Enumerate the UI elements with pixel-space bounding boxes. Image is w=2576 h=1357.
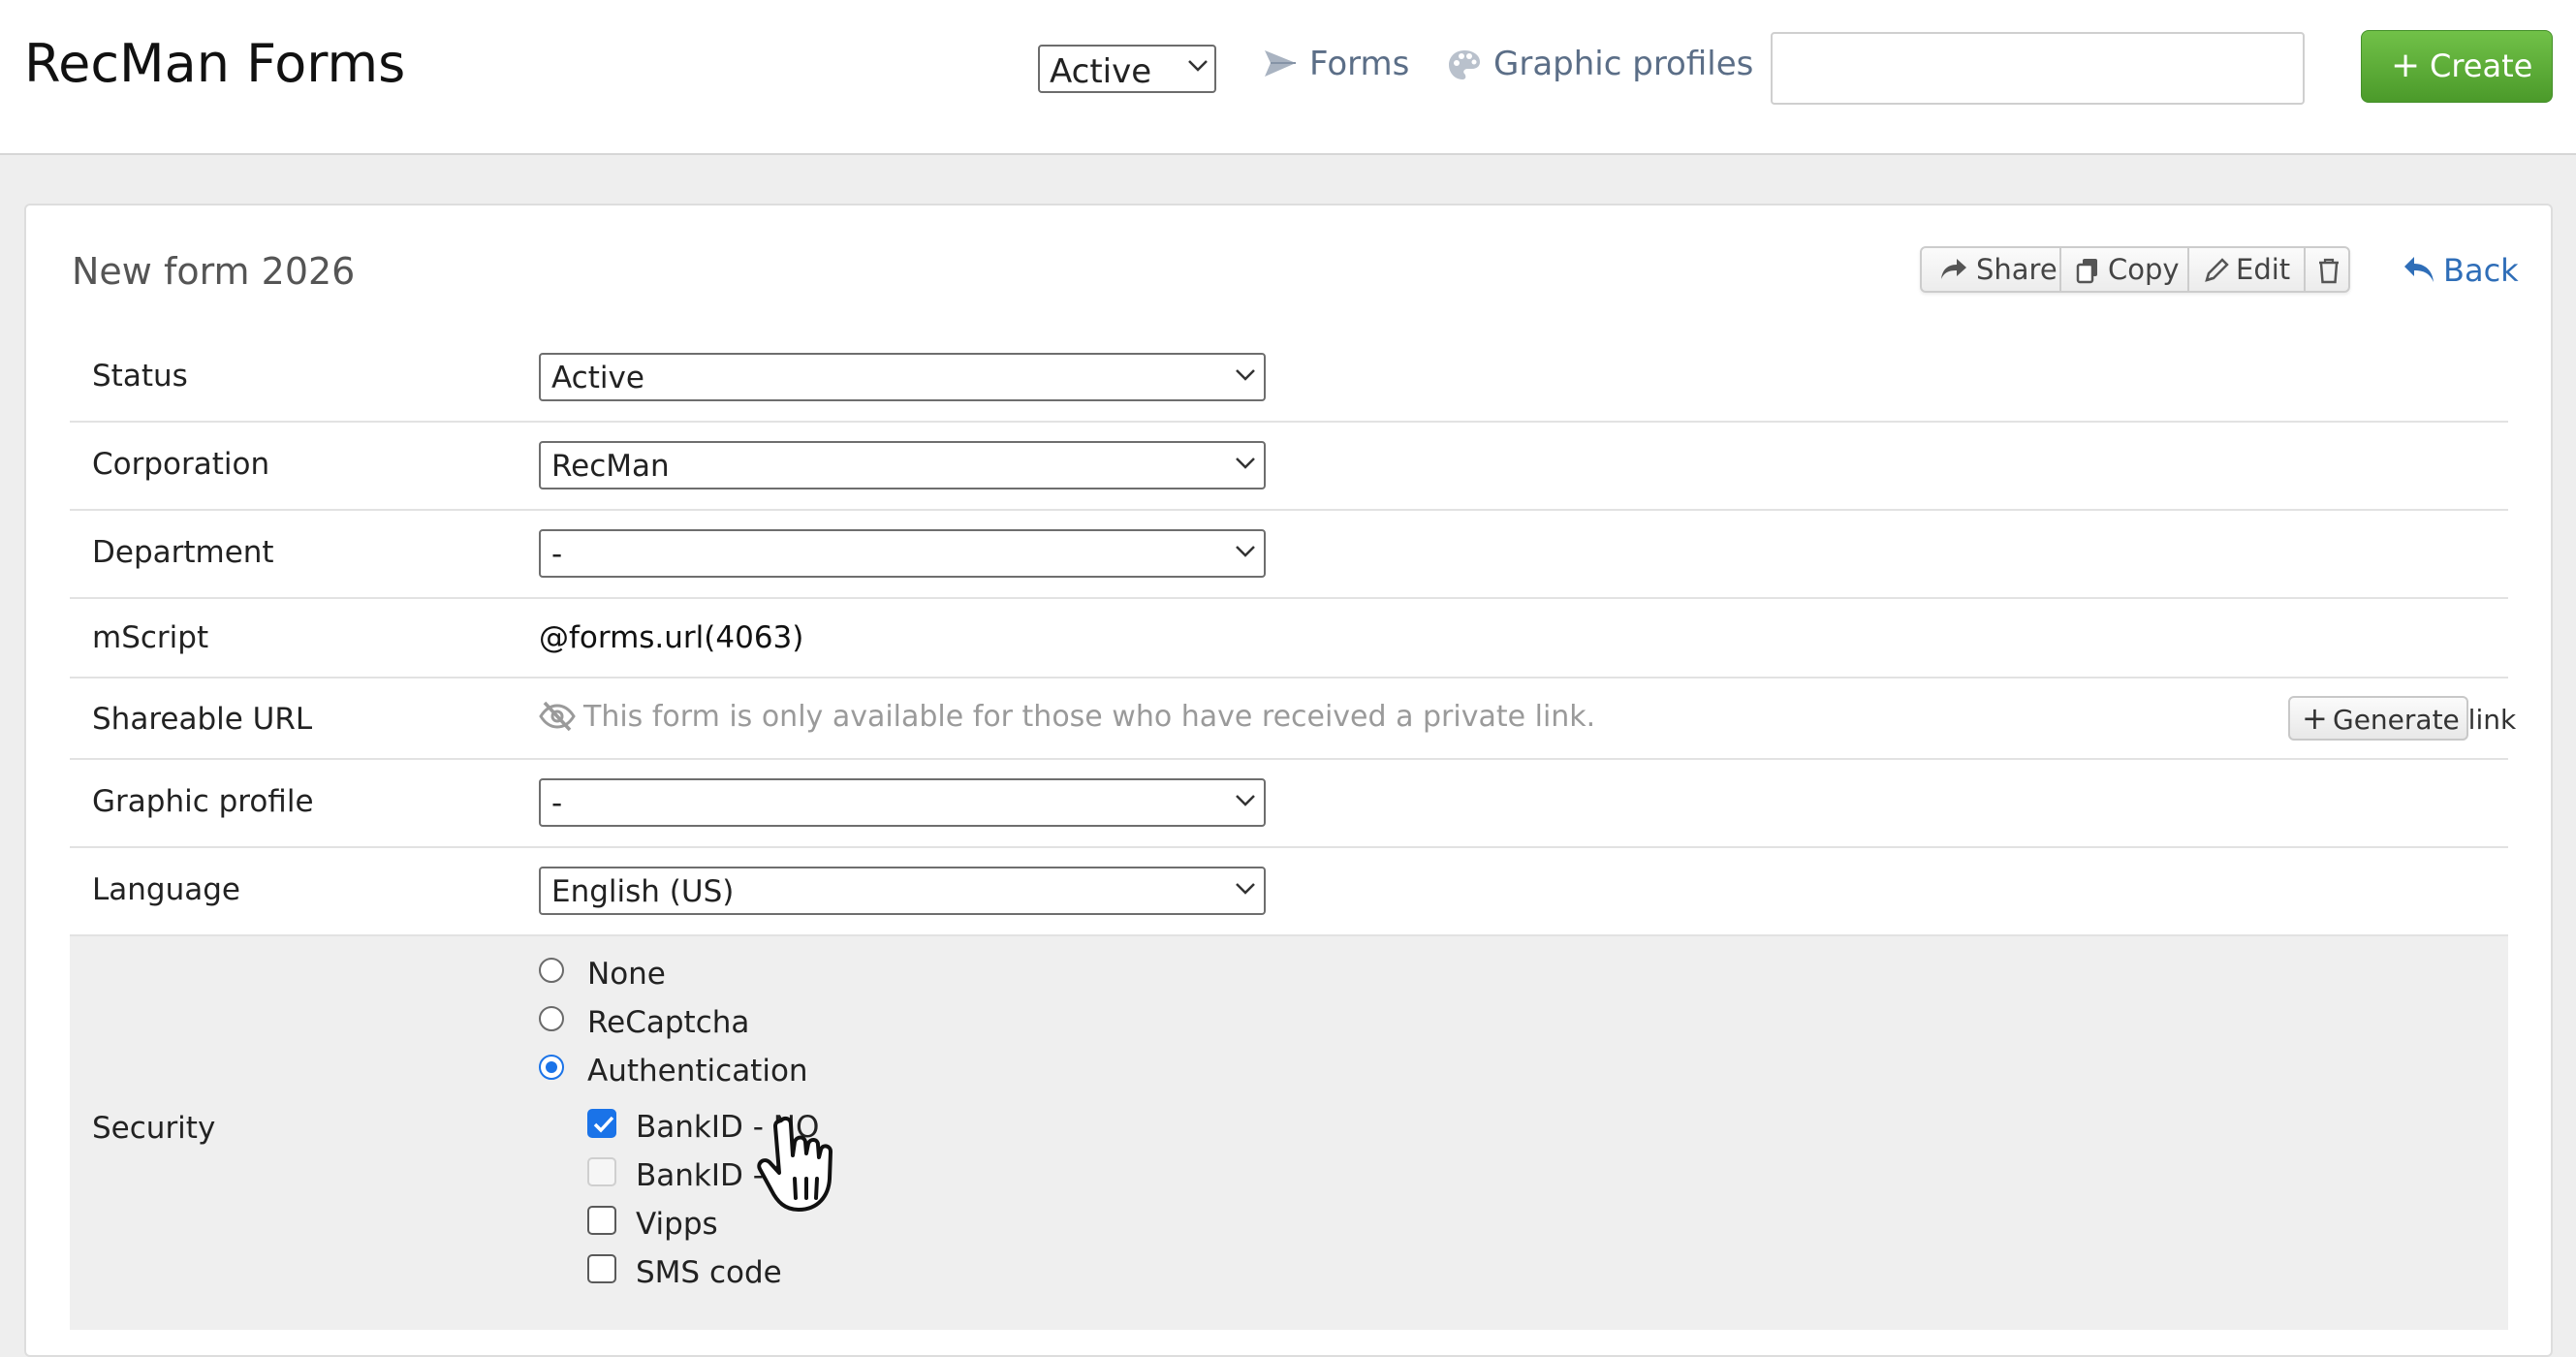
status-select-value: Active [551, 361, 644, 395]
paper-plane-icon [1265, 50, 1296, 77]
method-sms[interactable]: SMS code [587, 1254, 820, 1290]
department-row: Department - [70, 511, 2508, 599]
security-row: Security None ReCaptcha Authentication B… [70, 936, 2508, 1330]
nav-forms-label: Forms [1309, 45, 1410, 83]
edit-button[interactable]: Edit [2191, 248, 2304, 291]
eye-slash-icon [539, 701, 576, 732]
graphic-profile-label: Graphic profile [92, 784, 314, 819]
security-option-recaptcha[interactable]: ReCaptcha [539, 1004, 771, 1040]
language-select-value: English (US) [551, 874, 735, 909]
form-card: New form 2026 Share Copy Edit Back Statu… [24, 204, 2553, 1357]
plus-icon: + [2391, 46, 2421, 85]
security-option-authentication[interactable]: Authentication [539, 1053, 830, 1089]
copy-button-label: Copy [2108, 253, 2180, 286]
app-title: RecMan Forms [24, 33, 406, 94]
mscript-value: @forms.url(4063) [539, 620, 804, 655]
chevron-down-icon [1188, 60, 1208, 72]
status-label: Status [92, 359, 188, 394]
department-label: Department [92, 535, 274, 570]
generate-link-label: Generate link [2333, 704, 2517, 736]
delete-button[interactable] [2308, 248, 2348, 291]
share-button-label: Share [1976, 253, 2058, 286]
share-icon [1941, 259, 1966, 279]
checkmark-icon [593, 1116, 614, 1133]
top-header: RecMan Forms Active Forms Graphic profil… [0, 0, 2576, 155]
security-option-recaptcha-label: ReCaptcha [587, 1005, 750, 1040]
mscript-row: mScript @forms.url(4063) [70, 599, 2508, 678]
method-vipps-label: Vipps [636, 1207, 718, 1242]
divider [2187, 248, 2189, 291]
nav-graphic-profiles-link[interactable]: Graphic profiles [1447, 45, 1753, 91]
radio-authentication[interactable] [539, 1055, 564, 1080]
radio-recaptcha[interactable] [539, 1006, 564, 1031]
shareable-url-row: Shareable URL This form is only availabl… [70, 678, 2516, 760]
status-filter-select[interactable]: Active [1038, 45, 1216, 93]
back-link-label: Back [2443, 252, 2519, 289]
divider [2059, 248, 2061, 291]
corporation-row: Corporation RecMan [70, 423, 2508, 511]
pencil-icon [2205, 258, 2229, 282]
status-row: Status Active [70, 335, 2508, 423]
back-link[interactable]: Back [2403, 250, 2519, 295]
shareable-url-message: This form is only available for those wh… [539, 700, 1605, 739]
copy-button[interactable]: Copy [2063, 248, 2187, 291]
language-row: Language English (US) [70, 848, 2508, 936]
corporation-label: Corporation [92, 447, 270, 482]
method-vipps[interactable]: Vipps [587, 1206, 781, 1242]
security-option-none-label: None [587, 957, 666, 992]
language-select[interactable]: English (US) [539, 867, 1266, 915]
nav-forms-link[interactable]: Forms [1263, 45, 1410, 91]
shareable-url-label: Shareable URL [92, 702, 313, 737]
copy-icon [2076, 259, 2097, 284]
chevron-down-icon [1236, 458, 1255, 469]
security-option-none[interactable]: None [539, 956, 733, 992]
checkbox-bankid-no[interactable] [587, 1109, 616, 1138]
divider [2304, 248, 2306, 291]
language-label: Language [92, 872, 240, 907]
department-select-value: - [551, 537, 563, 572]
method-sms-label: SMS code [636, 1255, 782, 1290]
back-arrow-icon [2404, 257, 2434, 282]
department-select[interactable]: - [539, 529, 1266, 578]
corporation-select-value: RecMan [551, 449, 670, 484]
shareable-url-text: This form is only available for those wh… [583, 700, 1596, 734]
chevron-down-icon [1236, 546, 1255, 557]
search-input[interactable] [1771, 32, 2305, 105]
edit-button-label: Edit [2236, 253, 2291, 286]
create-button[interactable]: + Create [2361, 30, 2553, 103]
status-select[interactable]: Active [539, 353, 1266, 401]
chevron-down-icon [1236, 795, 1255, 806]
corporation-select[interactable]: RecMan [539, 441, 1266, 489]
palette-icon [1449, 50, 1480, 79]
mscript-label: mScript [92, 620, 209, 655]
security-label: Security [92, 1111, 216, 1146]
plus-icon: + [2302, 700, 2328, 737]
form-actions-group: Share Copy Edit [1920, 246, 2350, 293]
generate-link-button[interactable]: + Generate link [2288, 696, 2516, 741]
nav-graphic-profiles-label: Graphic profiles [1493, 45, 1754, 83]
create-button-label: Create [2430, 47, 2533, 84]
security-option-authentication-label: Authentication [587, 1054, 808, 1089]
graphic-profile-select[interactable]: - [539, 778, 1266, 827]
chevron-down-icon [1236, 369, 1255, 381]
graphic-profile-select-value: - [551, 786, 563, 821]
checkbox-bankid-se[interactable] [587, 1157, 616, 1186]
checkbox-sms[interactable] [587, 1254, 616, 1283]
status-filter-value: Active [1050, 52, 1152, 91]
radio-none[interactable] [539, 958, 564, 983]
hand-pointer-icon [757, 1116, 832, 1212]
chevron-down-icon [1236, 883, 1255, 895]
form-title: New form 2026 [72, 250, 356, 293]
graphic-profile-row: Graphic profile - [70, 760, 2508, 848]
trash-icon [2319, 258, 2339, 284]
checkbox-vipps[interactable] [587, 1206, 616, 1235]
share-button[interactable]: Share [1933, 248, 2059, 291]
